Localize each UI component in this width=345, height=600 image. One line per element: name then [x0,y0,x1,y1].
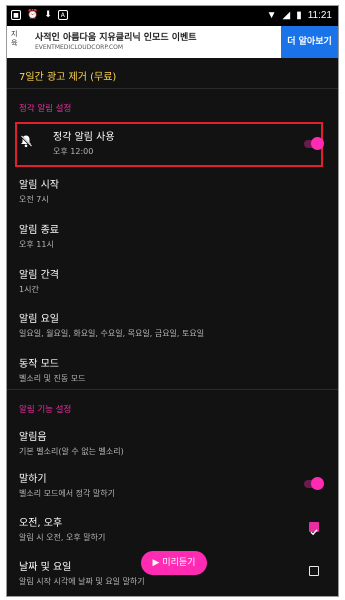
setting-subtitle: 오후 11시 [19,240,54,249]
bell-off-icon [19,134,33,148]
remove-ads-link[interactable]: 7일간 광고 제거 (무료) [19,68,116,83]
toggle-knob [311,137,324,150]
clock: 11:21 [307,10,332,21]
setting-subtitle: 알림 시 오전, 오후 말하기 [19,533,106,542]
setting-subtitle: 일요일, 월요일, 화요일, 수요일, 목요일, 금요일, 토요일 [19,329,205,338]
divider [7,389,338,390]
setting-speak[interactable]: 말하기 벨소리 모드에서 정각 말하기 [19,470,324,499]
status-icons-left: ■ ⏰ ⬇ A [11,10,68,20]
section-header-hourly: 정각 알림 설정 [19,104,72,114]
setting-title: 오전, 오후 [19,518,63,529]
ad-logo-line-1: 지 [11,30,18,38]
cam-icon: ■ [11,10,21,20]
ad-logo-line-2: 육 [11,39,18,47]
setting-hourly-use[interactable]: 정각 알림 사용 오후 12:00 [53,128,303,157]
ampm-checkbox[interactable] [309,522,319,536]
section-header-features: 알림 기능 설정 [19,405,72,415]
signal-icon: ◢ [282,10,291,21]
status-bar: ■ ⏰ ⬇ A ▼ ◢ ▮ 11:21 [7,6,338,26]
hourly-use-toggle[interactable] [304,137,324,150]
setting-title: 동작 모드 [19,359,59,370]
setting-title: 정각 알림 사용 [53,132,115,143]
ad-title: 사적인 아름다움 지유클리닉 인모드 이벤트 [35,33,197,43]
setting-ampm[interactable]: 오전, 오후 알림 시 오전, 오후 말하기 [19,514,324,543]
wifi-icon: ▼ [266,10,277,21]
setting-title: 알림 요일 [19,314,59,325]
preview-button[interactable]: ▶ 미리듣기 [141,551,207,575]
setting-subtitle: 알림 시작 시각에 날짜 및 요일 말하기 [19,577,145,586]
setting-title: 알림 종료 [19,225,59,236]
a-icon: A [57,10,68,20]
setting-subtitle: 벨소리 및 진동 모드 [19,374,86,383]
setting-alarm-end[interactable]: 알림 종료 오후 11시 [19,221,324,250]
status-icons-right: ▼ ◢ ▮ 11:21 [267,10,332,21]
setting-subtitle: 오전 7시 [19,195,49,204]
ad-banner[interactable]: 지 육 사적인 아름다움 지유클리닉 인모드 이벤트 EVENTMEDICLOU… [7,26,338,58]
setting-alarm-days[interactable]: 알림 요일 일요일, 월요일, 화요일, 수요일, 목요일, 금요일, 토요일 [19,310,324,339]
setting-subtitle: 벨소리 모드에서 정각 말하기 [19,489,115,498]
check-icon [310,529,318,536]
toggle-knob [311,477,324,490]
alarm-icon: ⏰ [27,10,39,20]
play-icon: ▶ [152,558,160,568]
setting-subtitle: 기본 벨소리(알 수 없는 벨소리) [19,447,124,456]
preview-label: 미리듣기 [162,558,196,568]
setting-subtitle: 1시간 [19,285,39,294]
settings-list: 7일간 광고 제거 (무료) 정각 알림 설정 정각 알림 사용 오후 12:0… [7,58,338,596]
setting-title: 말하기 [19,474,47,485]
date-day-checkbox[interactable] [309,566,319,576]
app-frame: ■ ⏰ ⬇ A ▼ ◢ ▮ 11:21 지 육 사적인 아름다움 지유클리닉 인… [7,6,338,596]
ad-cta-button[interactable]: 더 알아보기 [281,26,338,58]
speak-toggle[interactable] [304,477,324,490]
battery-icon: ▮ [296,10,302,21]
setting-sound[interactable]: 알림음 기본 벨소리(알 수 없는 벨소리) [19,428,324,457]
setting-mode[interactable]: 동작 모드 벨소리 및 진동 모드 [19,355,324,384]
setting-title: 알림 간격 [19,270,59,281]
ad-logo: 지 육 [11,30,17,48]
setting-alarm-start[interactable]: 알림 시작 오전 7시 [19,176,324,205]
setting-title: 알림 시작 [19,180,59,191]
ad-url: EVENTMEDICLOUDCORP.COM [35,44,124,51]
setting-title: 알림음 [19,432,47,443]
setting-alarm-interval[interactable]: 알림 간격 1시간 [19,266,324,295]
divider [7,88,338,89]
setting-subtitle: 오후 12:00 [53,147,94,156]
download-icon: ⬇ [44,10,52,20]
